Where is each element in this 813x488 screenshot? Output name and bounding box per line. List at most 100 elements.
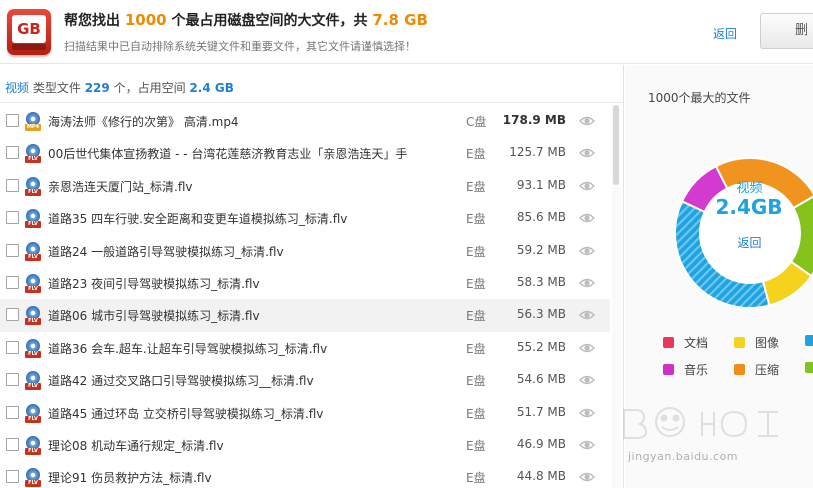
row-checkbox[interactable] xyxy=(6,178,19,192)
file-name: 道路45 通过环岛 立交桥引导驾驶模拟练习_标清.flv xyxy=(48,406,324,421)
file-name: 道路35 四车行驶.安全距离和变更车道模拟练习_标清.flv xyxy=(48,212,348,227)
row-checkbox[interactable] xyxy=(6,146,19,160)
file-size: 46.9 MB xyxy=(516,436,566,451)
video-file-icon: FLV xyxy=(25,241,41,261)
preview-eye-icon[interactable] xyxy=(579,211,595,225)
header-bar: GB 帮您找出 1000 个最占用磁盘空间的大文件，共 7.8 GB 扫描结果中… xyxy=(0,0,813,64)
preview-eye-icon[interactable] xyxy=(579,406,595,420)
preview-eye-icon[interactable] xyxy=(579,146,595,160)
table-row[interactable]: FLV 道路06 城市引导驾驶模拟练习_标清.flv E盘 56.3 MB xyxy=(0,299,610,332)
file-name: 亲恩浩连天厦门站_标清.flv xyxy=(48,179,193,194)
video-file-icon: MP4 xyxy=(25,112,41,131)
video-file-icon: FLV xyxy=(25,468,41,488)
table-row[interactable]: FLV 道路23 夜间引导驾驶模拟练习_标清.flv E盘 58.3 MB xyxy=(0,267,610,299)
panel-title: 1000个最大的文件 xyxy=(648,91,751,105)
scrollbar-thumb[interactable] xyxy=(613,105,619,185)
delete-button[interactable]: 删 xyxy=(760,13,813,49)
file-size: 178.9 MB xyxy=(502,113,566,127)
legend-swatch xyxy=(805,335,813,346)
file-size: 44.8 MB xyxy=(516,469,566,484)
center-category-label: 视频 xyxy=(736,181,763,196)
table-row[interactable]: FLV 道路24 一般道路引导驾驶模拟练习_标清.flv E盘 59.2 MB xyxy=(0,235,610,267)
table-row[interactable]: FLV 亲恩浩连天厦门站_标清.flv E盘 93.1 MB xyxy=(0,170,610,202)
row-checkbox[interactable] xyxy=(6,470,19,484)
row-checkbox[interactable] xyxy=(6,437,19,451)
preview-eye-icon[interactable] xyxy=(579,438,595,452)
table-row[interactable]: FLV 道路45 通过环岛 立交桥引导驾驶模拟练习_标清.flv E盘 51.7 MB xyxy=(0,397,610,429)
video-file-icon: FLV xyxy=(25,273,41,293)
table-row[interactable]: FLV 理论91 伤员救护方法_标清.flv E盘 44.8 MB xyxy=(0,461,610,488)
back-link[interactable]: 返回 xyxy=(713,25,737,42)
video-file-icon: FLV xyxy=(25,176,41,196)
legend-swatch xyxy=(734,337,745,348)
legend-item-image[interactable]: 图像 xyxy=(734,334,779,351)
table-row[interactable]: FLV 00后世代集体宣扬教道 - - 台湾花莲慈济教育志业「亲恩浩连天」手 E盘 1… xyxy=(0,137,610,169)
file-size: 59.2 MB xyxy=(516,242,566,257)
legend-item-other[interactable] xyxy=(805,361,813,375)
row-checkbox[interactable] xyxy=(6,114,19,127)
table-row[interactable]: FLV 道路35 四车行驶.安全距离和变更车道模拟练习_标清.flv E盘 85.6 … xyxy=(0,202,610,234)
summary-panel: 1000个最大的文件 视频 2.4GB 返回 文档 图像 音乐 压缩 xyxy=(625,65,813,488)
row-checkbox[interactable] xyxy=(6,243,19,257)
row-checkbox[interactable] xyxy=(6,340,19,354)
file-size: 125.7 MB xyxy=(509,145,566,160)
legend-swatch xyxy=(805,362,813,373)
preview-eye-icon[interactable] xyxy=(579,341,595,355)
row-checkbox[interactable] xyxy=(6,373,19,387)
file-size: 93.1 MB xyxy=(516,177,566,192)
file-name: 00后世代集体宣扬教道 - - 台湾花莲慈济教育志业「亲恩浩连天」手 xyxy=(48,147,408,162)
page-subtitle: 扫描结果中已自动排除系统关键文件和重要文件，其它文件请谨慎选择！ xyxy=(64,40,416,53)
watermark-url: jingyan.baidu.com xyxy=(628,450,739,463)
video-file-icon: FLV xyxy=(25,403,41,423)
file-name: 道路42 通过交叉路口引导驾驶模拟练习__标清.flv xyxy=(48,374,314,389)
table-row[interactable]: FLV 道路42 通过交叉路口引导驾驶模拟练习__标清.flv E盘 54.6 MB xyxy=(0,364,610,396)
file-name: 道路06 城市引导驾驶模拟练习_标清.flv xyxy=(48,309,260,324)
file-size: 51.7 MB xyxy=(516,404,566,419)
preview-eye-icon[interactable] xyxy=(579,114,595,128)
legend-swatch xyxy=(734,364,745,375)
file-size: 56.3 MB xyxy=(516,307,566,322)
preview-eye-icon[interactable] xyxy=(579,470,595,484)
scrollbar[interactable] xyxy=(612,105,620,488)
preview-eye-icon[interactable] xyxy=(579,179,595,193)
category-count: 229 xyxy=(84,81,110,95)
center-back-link[interactable]: 返回 xyxy=(717,234,782,251)
logo-text: GB xyxy=(12,15,46,43)
file-count-highlight: 1000 xyxy=(124,11,167,29)
table-row[interactable]: MP4 海涛法师《修行的次第》 高清.mp4 C盘 178.9 MB xyxy=(0,105,610,137)
legend-item-video[interactable] xyxy=(805,334,813,348)
category-donut-chart[interactable] xyxy=(675,133,813,333)
preview-eye-icon[interactable] xyxy=(579,308,595,322)
file-size: 54.6 MB xyxy=(516,372,566,387)
category-summary: 视频 类型文件 229 个，占用空间 2.4 GB xyxy=(5,81,234,95)
legend-swatch xyxy=(663,337,674,348)
file-name: 道路23 夜间引导驾驶模拟练习_标清.flv xyxy=(48,276,260,291)
row-checkbox[interactable] xyxy=(6,211,19,225)
file-name: 理论91 伤员救护方法_标清.flv xyxy=(48,471,212,486)
file-table: MP4 海涛法师《修行的次第》 高清.mp4 C盘 178.9 MB FLV 00后世代集… xyxy=(0,105,610,488)
file-size: 58.3 MB xyxy=(516,274,566,289)
preview-eye-icon[interactable] xyxy=(579,244,595,258)
row-checkbox[interactable] xyxy=(6,275,19,289)
divider xyxy=(0,102,623,103)
file-list-panel: 视频 类型文件 229 个，占用空间 2.4 GB MP4 海涛法师《修行的次第》… xyxy=(0,65,624,488)
row-checkbox[interactable] xyxy=(6,308,19,322)
preview-eye-icon[interactable] xyxy=(579,276,595,290)
gb-disk-logo-icon: GB xyxy=(7,9,51,55)
video-file-icon: FLV xyxy=(25,371,41,391)
category-link[interactable]: 视频 xyxy=(5,81,29,95)
video-file-icon: FLV xyxy=(25,435,41,455)
file-name: 理论08 机动车通行规定_标清.flv xyxy=(48,438,224,453)
file-name: 道路24 一般道路引导驾驶模拟练习_标清.flv xyxy=(48,244,284,259)
table-row[interactable]: FLV 道路36 会车.超车.让超车引导驾驶模拟练习_标清.flv E盘 55.2 M… xyxy=(0,332,610,364)
legend-item-archive[interactable]: 压缩 xyxy=(734,361,779,378)
row-checkbox[interactable] xyxy=(6,405,19,419)
table-row[interactable]: FLV 理论08 机动车通行规定_标清.flv E盘 46.9 MB xyxy=(0,429,610,461)
page-title: 帮您找出 1000 个最占用磁盘空间的大文件，共 7.8 GB xyxy=(64,11,428,29)
legend-item-document[interactable]: 文档 xyxy=(663,334,708,351)
legend-item-music[interactable]: 音乐 xyxy=(663,361,708,378)
file-name: 道路36 会车.超车.让超车引导驾驶模拟练习_标清.flv xyxy=(48,341,328,356)
preview-eye-icon[interactable] xyxy=(579,373,595,387)
legend-swatch xyxy=(663,364,674,375)
video-file-icon: FLV xyxy=(25,209,41,229)
